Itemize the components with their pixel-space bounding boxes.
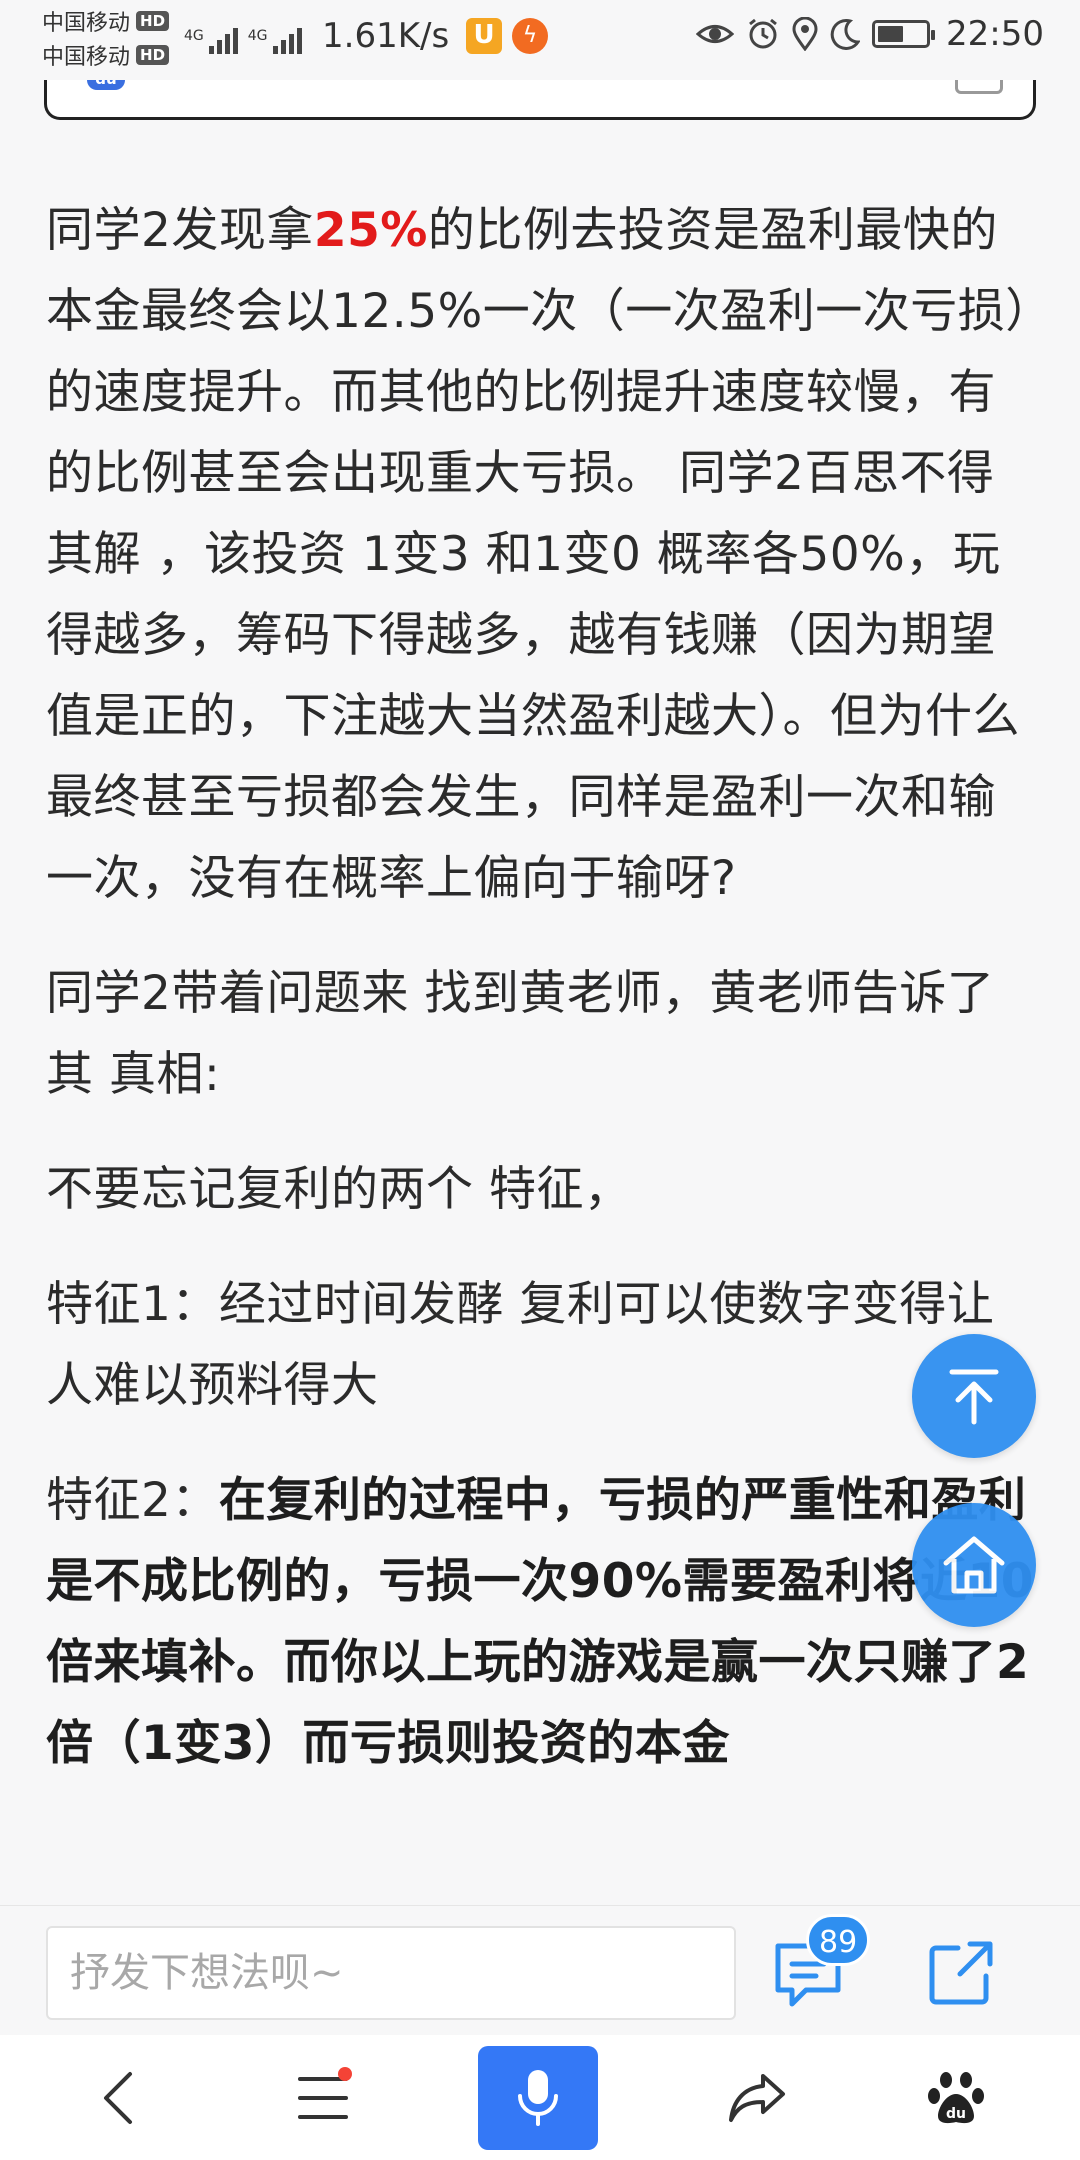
- carrier-2-label: 中国移动: [42, 45, 131, 70]
- article-paragraph-1: 同学2发现拿25%的比例去投资是盈利最快的本金最终会以12.5%一次（一次盈利一…: [46, 203, 1030, 906]
- status-right: 22:50: [696, 14, 1044, 54]
- net-speed: 1.61K/s: [322, 16, 450, 56]
- svg-text:du: du: [946, 2106, 966, 2122]
- arrow-up-icon: [949, 1369, 999, 1425]
- highlight-percent: 25%: [313, 203, 428, 258]
- microphone-icon: [518, 2070, 558, 2126]
- status-bar: 中国移动 HD 中国移动 HD 4G 4G 1.61K/s U ϟ 22:50: [0, 0, 1080, 80]
- eye-icon: [696, 25, 735, 43]
- menu-notification-dot: [338, 2067, 352, 2081]
- baidu-home-button[interactable]: du: [896, 2035, 1016, 2160]
- battery-icon: [872, 20, 936, 48]
- location-icon: [792, 17, 818, 51]
- article-content: 同学2发现拿25%的比例去投资是盈利最快的本金最终会以12.5%一次（一次盈利一…: [46, 190, 1036, 1818]
- hd-badge-1: HD: [136, 11, 170, 31]
- flame-app-icon: ϟ: [512, 18, 548, 54]
- back-button[interactable]: [58, 2035, 178, 2160]
- signal-indicators: 4G 4G: [184, 14, 302, 54]
- article-paragraph-2: 同学2带着问题来 找到黄老师，黄老师告诉了其 真相:: [46, 966, 995, 1102]
- article-paragraph-4: 特征1：经过时间发酵 复利可以使数字变得让人难以预料得大: [46, 1277, 995, 1413]
- carrier-info: 中国移动 HD 中国移动 HD: [42, 4, 202, 72]
- menu-button[interactable]: [263, 2035, 383, 2160]
- comment-bar: 抒发下想法呗~ 89: [0, 1905, 1080, 2035]
- forward-button[interactable]: [697, 2035, 817, 2160]
- home-button[interactable]: [912, 1503, 1036, 1627]
- notification-icons: U ϟ: [466, 18, 548, 54]
- signal-2-icon: 4G: [248, 28, 302, 54]
- hd-badge-2: HD: [136, 45, 170, 65]
- bottom-navigation: du: [0, 2035, 1080, 2160]
- voice-search-button[interactable]: [478, 2046, 598, 2150]
- chevron-left-icon: [104, 2071, 132, 2124]
- article-paragraph-3: 不要忘记复利的两个 特征，: [46, 1162, 632, 1217]
- baidu-paw-icon: du: [928, 2071, 984, 2123]
- moon-icon: [830, 18, 861, 50]
- alarm-icon: [749, 18, 777, 49]
- signal-1-icon: 4G: [184, 28, 238, 54]
- share-icon[interactable]: [924, 1938, 996, 2010]
- scroll-to-top-button[interactable]: [912, 1334, 1036, 1458]
- u-app-icon: U: [466, 18, 502, 54]
- clock: 22:50: [946, 14, 1044, 54]
- forward-arrow-icon: [729, 2073, 785, 2122]
- article-paragraph-5: 特征2：在复利的过程中，亏损的严重性和盈利是不成比例的，亏损一次90%需要盈利将…: [46, 1473, 1034, 1771]
- comment-input[interactable]: 抒发下想法呗~: [46, 1926, 736, 2020]
- comment-count-badge: 89: [806, 1914, 871, 1966]
- carrier-1-label: 中国移动: [42, 11, 131, 36]
- home-icon: [943, 1536, 1005, 1594]
